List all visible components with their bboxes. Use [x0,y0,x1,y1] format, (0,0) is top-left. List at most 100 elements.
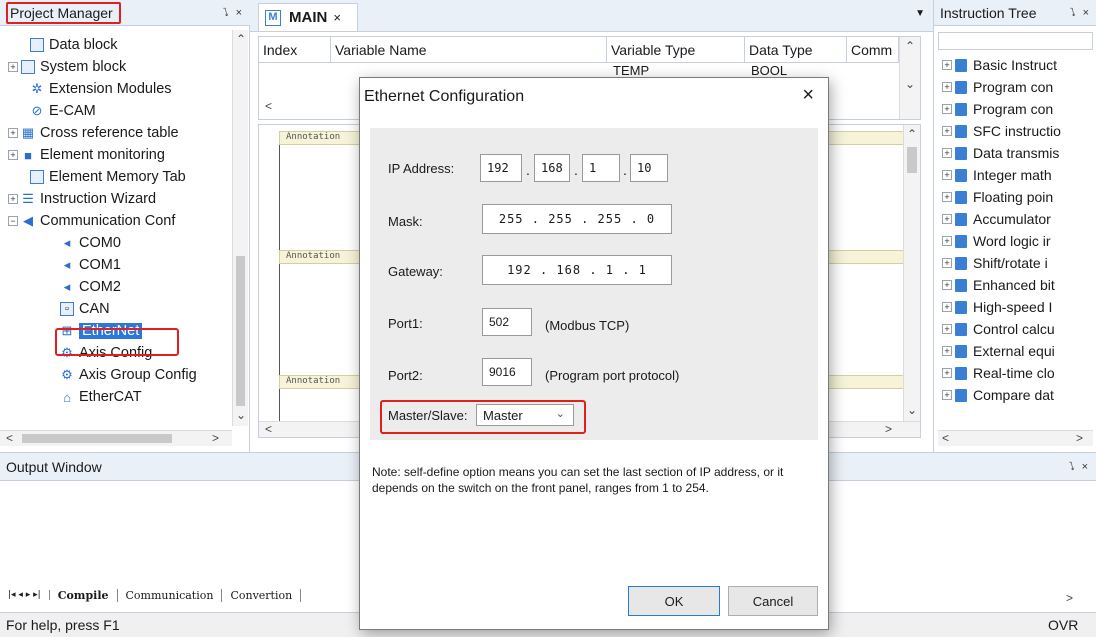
instruction-item[interactable]: + Basic Instruct [942,54,1057,76]
tree-item-element-memory[interactable]: Element Memory Tab [30,166,186,188]
instruction-item[interactable]: + Program con [942,76,1053,98]
col-header-variable-name[interactable]: Variable Name [331,37,607,63]
expand-icon[interactable]: + [942,82,952,92]
instruction-item[interactable]: + External equi [942,340,1055,362]
tree-item-com1[interactable]: ◂ COM1 [60,254,121,276]
scroll-left-icon[interactable]: < [6,431,13,445]
tree-item-extension-modules[interactable]: ✲ Extension Modules [30,78,172,100]
scroll-up-icon[interactable]: ⌃ [907,127,917,141]
tree-item-instruction-wizard[interactable]: + ☰ Instruction Wizard [8,188,156,210]
expand-icon[interactable]: + [942,60,952,70]
table-vertical-scrollbar[interactable]: ⌃ ⌄ [899,37,920,119]
tab-convertion[interactable]: Convertion [222,588,302,602]
tree-item-communication-config[interactable]: − ◀ Communication Conf [8,210,175,232]
tree-item-element-monitoring[interactable]: + ■ Element monitoring [8,144,165,166]
instruction-item[interactable]: + Enhanced bit [942,274,1055,296]
instruction-item[interactable]: + Shift/rotate i [942,252,1048,274]
instruction-item[interactable]: + Compare dat [942,384,1054,406]
expand-icon[interactable]: + [8,128,18,138]
scroll-thumb[interactable] [907,147,917,173]
instruction-item[interactable]: + Real-time clo [942,362,1055,384]
instruction-item[interactable]: + Data transmis [942,142,1059,164]
instruction-item[interactable]: + Floating poin [942,186,1053,208]
ip-octet-4[interactable]: 10 [630,154,668,182]
panel-controls[interactable]: ⭝ × [223,6,244,19]
tree-item-e-cam[interactable]: ⊘ E-CAM [30,100,96,122]
ladder-vertical-scrollbar[interactable]: ⌃ ⌄ [903,125,920,421]
tree-item-system-block[interactable]: + System block [8,56,126,78]
ok-button[interactable]: OK [628,586,720,616]
expand-icon[interactable]: + [942,258,952,268]
instruction-item[interactable]: + Word logic ir [942,230,1051,252]
tree-item-ethercat[interactable]: ⌂ EtherCAT [60,386,142,408]
scroll-down-icon[interactable]: ⌄ [907,403,917,417]
close-icon[interactable]: × [802,84,814,107]
expand-icon[interactable]: + [942,236,952,246]
close-icon[interactable]: × [333,10,341,25]
output-nav-icon[interactable]: |◂ ◂ ▸ ▸| [0,590,50,600]
expand-icon[interactable]: + [942,214,952,224]
collapse-icon[interactable]: − [8,216,18,226]
expand-icon[interactable]: + [8,150,18,160]
scroll-right-icon[interactable]: > [885,422,892,436]
ip-octet-2[interactable]: 168 [534,154,570,182]
cancel-button[interactable]: Cancel [728,586,818,616]
expand-icon[interactable]: + [942,192,952,202]
scroll-right-icon[interactable]: > [1076,431,1083,445]
expand-icon[interactable]: + [942,148,952,158]
expand-icon[interactable]: + [942,104,952,114]
instruction-item[interactable]: + Control calcu [942,318,1055,340]
expand-icon[interactable]: + [942,280,952,290]
scroll-left-icon[interactable]: < [265,99,272,113]
tab-main[interactable]: M MAIN × [258,3,358,31]
expand-icon[interactable]: + [8,62,18,72]
gateway-field[interactable]: 192 . 168 . 1 . 1 [482,255,672,285]
panel-controls[interactable]: ⭝ × [1069,460,1090,473]
expand-icon[interactable]: + [942,126,952,136]
instruction-search-input[interactable] [938,32,1093,50]
tree-item-can[interactable]: ▫ CAN [60,298,110,320]
col-header-data-type[interactable]: Data Type [745,37,847,63]
tree-vertical-scrollbar[interactable]: ⌃ ⌄ [232,30,248,426]
scroll-right-icon[interactable]: > [212,431,219,445]
instruction-item[interactable]: + Program con [942,98,1053,120]
col-header-index[interactable]: Index [259,37,331,63]
expand-icon[interactable]: + [942,324,952,334]
mask-field[interactable]: 255 . 255 . 255 . 0 [482,204,672,234]
expand-icon[interactable]: + [942,302,952,312]
instruction-horizontal-scrollbar[interactable]: < > [938,430,1093,446]
instruction-item[interactable]: + SFC instructio [942,120,1061,142]
tree-item-cross-reference[interactable]: + ▦ Cross reference table [8,122,179,144]
scroll-left-icon[interactable]: < [942,431,949,445]
tree-item-com2[interactable]: ◂ COM2 [60,276,121,298]
tree-item-com0[interactable]: ◂ COM0 [60,232,121,254]
hscroll-thumb[interactable] [22,434,172,443]
col-header-comment[interactable]: Comm [847,37,899,63]
instruction-item[interactable]: + Accumulator [942,208,1051,230]
port2-field[interactable]: 9016 [482,358,532,386]
scroll-down-icon[interactable]: ⌄ [236,408,246,422]
instruction-item[interactable]: + Integer math [942,164,1052,186]
port1-field[interactable]: 502 [482,308,532,336]
panel-controls[interactable]: ⭝ × [1070,6,1091,19]
ip-octet-1[interactable]: 192 [480,154,522,182]
scroll-up-icon[interactable]: ⌃ [905,39,915,53]
ip-octet-3[interactable]: 1 [582,154,620,182]
master-slave-select[interactable]: Master ⌄ [476,404,574,426]
scroll-down-icon[interactable]: ⌄ [905,77,915,91]
scroll-thumb[interactable] [236,256,245,406]
col-header-variable-type[interactable]: Variable Type [607,37,745,63]
expand-icon[interactable]: + [942,390,952,400]
scroll-up-icon[interactable]: ⌃ [236,32,246,46]
expand-icon[interactable]: + [942,368,952,378]
expand-icon[interactable]: + [942,346,952,356]
project-manager-title[interactable]: Project Manager [6,1,121,24]
instruction-item[interactable]: + High-speed I [942,296,1052,318]
scroll-left-icon[interactable]: < [265,422,272,436]
scroll-right-icon[interactable]: > [1066,591,1073,605]
tab-dropdown-icon[interactable]: ▼ [915,8,925,19]
tab-communication[interactable]: Communication [118,588,223,602]
tab-compile[interactable]: Compile [50,588,118,602]
expand-icon[interactable]: + [8,194,18,204]
tree-item-axis-group-config[interactable]: ⚙ Axis Group Config [60,364,197,386]
